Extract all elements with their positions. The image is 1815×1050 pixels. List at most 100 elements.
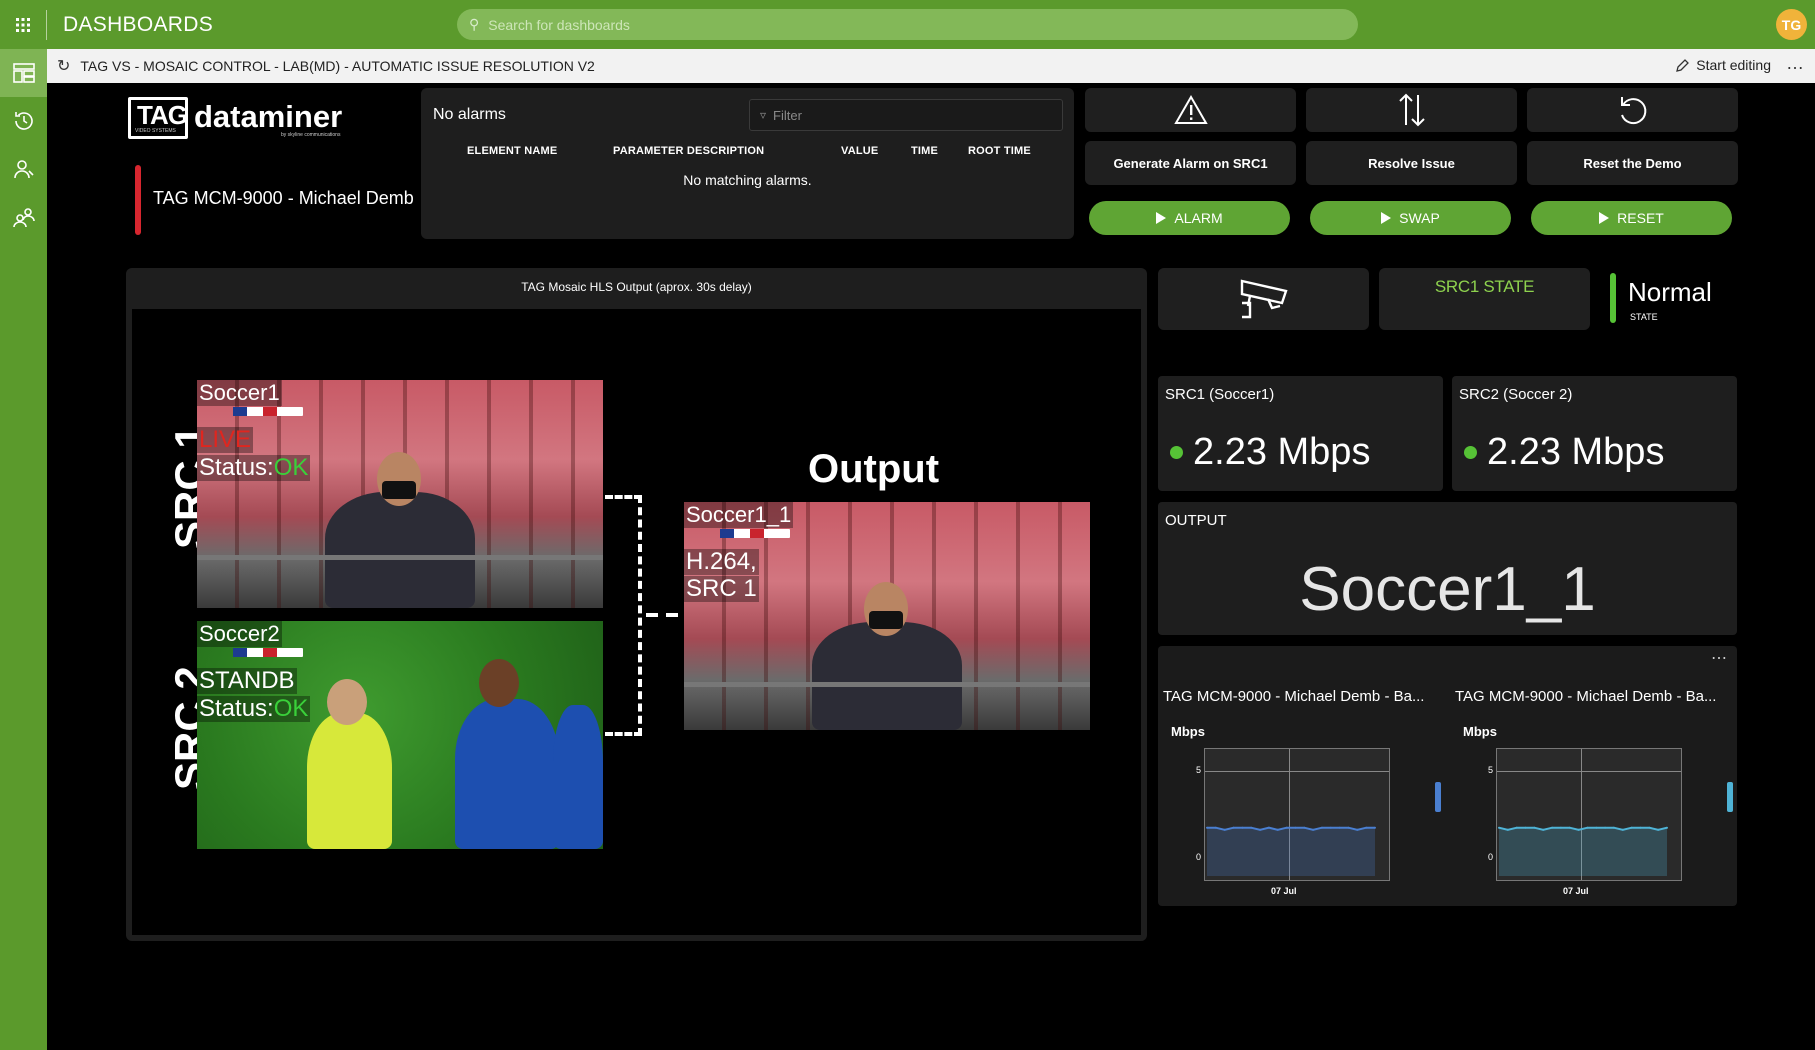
chart2-plot-area[interactable] [1496,748,1682,881]
sidebar-item-history[interactable] [0,97,47,145]
chart1-point [1259,828,1262,831]
referee-figure [307,713,392,849]
chart2-point [1657,828,1660,831]
chart1-point [1320,826,1323,829]
chart2-point [1604,826,1607,829]
referee-head [327,679,367,725]
chart-more-icon[interactable]: ⋯ [1711,648,1727,668]
divider [46,9,47,40]
src2-bitrate-value: 2.23 Mbps [1464,431,1664,474]
reset-card [1527,88,1738,132]
chart1-point [1223,828,1226,831]
scoreboard [720,529,790,538]
chart1-ytick-min: 0 [1196,852,1202,862]
swap-button[interactable]: SWAP [1310,201,1511,235]
chart1-point [1356,828,1359,831]
chart1-area [1207,827,1375,876]
chart1-point [1276,828,1279,831]
status-dot [1170,446,1183,459]
chart1-point [1206,826,1208,829]
element-alarm-indicator [135,165,141,235]
output-title: OUTPUT [1165,512,1227,529]
chart2-point [1533,826,1536,829]
column-header-value[interactable]: VALUE [841,145,878,157]
chart1-point [1232,826,1235,829]
src1-name-overlay: Soccer1 [197,380,282,406]
chart2-legend-swatch[interactable] [1727,782,1733,812]
column-header-element-name[interactable]: ELEMENT NAME [467,145,557,157]
filter-placeholder: Filter [773,107,802,123]
sidebar-item-user[interactable] [0,145,47,193]
src1-state-card: SRC1 STATE [1379,268,1590,330]
src1-bitrate-text: 2.23 Mbps [1193,431,1371,473]
pencil-icon [1676,58,1690,72]
column-header-time[interactable]: TIME [911,145,938,157]
column-header-root-time[interactable]: ROOT TIME [968,145,1031,157]
chart1-xtick: 07 Jul [1271,886,1297,896]
resolve-issue-label: Resolve Issue [1306,141,1517,185]
dashboard-search-input[interactable]: ⚲ Search for dashboards [457,9,1358,40]
app-title: DASHBOARDS [63,12,214,36]
chart2-point [1577,828,1580,831]
swap-button-label: SWAP [1399,210,1440,226]
chart2-point [1666,826,1668,829]
chart2-point [1551,826,1554,829]
chart1-plot-area[interactable] [1204,748,1390,881]
output-value: Soccer1_1 [1299,555,1596,624]
chart1-point [1374,826,1376,829]
element-name[interactable]: TAG MCM-9000 - Michael Demb [153,188,414,209]
no-alarms-message: No matching alarms. [683,172,812,188]
user-avatar[interactable]: TG [1776,9,1807,40]
scoreboard [233,407,303,416]
src1-bitrate-value: 2.23 Mbps [1170,431,1370,474]
more-options-icon[interactable]: … [1786,53,1805,74]
output-codec-overlay: H.264, [684,548,759,575]
player-figure [455,699,559,849]
alarm-button[interactable]: ALARM [1089,201,1290,235]
output-name-overlay: Soccer1_1 [684,502,794,528]
chart2-point [1506,828,1509,831]
warning-card [1085,88,1296,132]
src1-live-overlay: LIVE [197,426,254,453]
sidebar-item-groups[interactable] [0,193,47,241]
dataminer-logo: TAG VIDEO SYSTEMS dataminer by skyline c… [128,97,352,143]
top-bar: DASHBOARDS ⚲ Search for dashboards TG [0,0,1815,49]
swap-arrows-icon [1398,93,1425,127]
chart1-area-series [1206,826,1376,876]
dataminer-logo-text: dataminer [194,99,343,134]
reset-button[interactable]: RESET [1531,201,1732,235]
hls-video-player[interactable]: SRC 1 SRC 2 Soccer1 LIVE Status:OK Socce… [132,309,1141,935]
src1-status-value: OK [273,454,309,481]
user-icon [13,160,34,179]
start-editing-button[interactable]: Start editing [1675,57,1771,73]
refresh-icon[interactable]: ↻ [57,56,70,76]
play-icon [1381,212,1392,224]
camera-card [1158,268,1369,330]
app-grid-icon[interactable] [0,0,46,49]
chart1-point [1294,826,1297,829]
scoreboard [233,648,303,657]
chart2-point [1648,826,1651,829]
chart2-point [1586,826,1589,829]
chart1-title: TAG MCM-9000 - Michael Demb - Ba... [1163,688,1425,705]
state-indicator [1610,273,1616,323]
filter-icon: ▿ [760,108,767,122]
src2-bitrate-card: SRC2 (Soccer 2) 2.23 Mbps [1452,376,1737,491]
reset-demo-label: Reset the Demo [1527,141,1738,185]
chart1-point [1338,826,1341,829]
chart1-legend-swatch[interactable] [1435,782,1441,812]
column-header-parameter-description[interactable]: PARAMETER DESCRIPTION [613,145,764,157]
dashboard-title-bar: ↻ TAG VS - MOSAIC CONTROL - LAB(MD) - AU… [47,49,1815,83]
person-figure [812,622,962,730]
alarm-filter-input[interactable]: ▿ Filter [749,99,1063,131]
chart2-point [1612,826,1615,829]
chart2-point [1542,828,1545,831]
play-icon [1599,212,1610,224]
chart2-point [1621,828,1624,831]
search-placeholder: Search for dashboards [488,16,630,33]
chart2-ytick-min: 0 [1488,852,1494,862]
chart2-area [1499,827,1667,876]
sidebar-item-dashboards[interactable] [0,49,47,97]
src2-name-overlay: Soccer2 [197,621,282,647]
generate-alarm-label: Generate Alarm on SRC1 [1085,141,1296,185]
